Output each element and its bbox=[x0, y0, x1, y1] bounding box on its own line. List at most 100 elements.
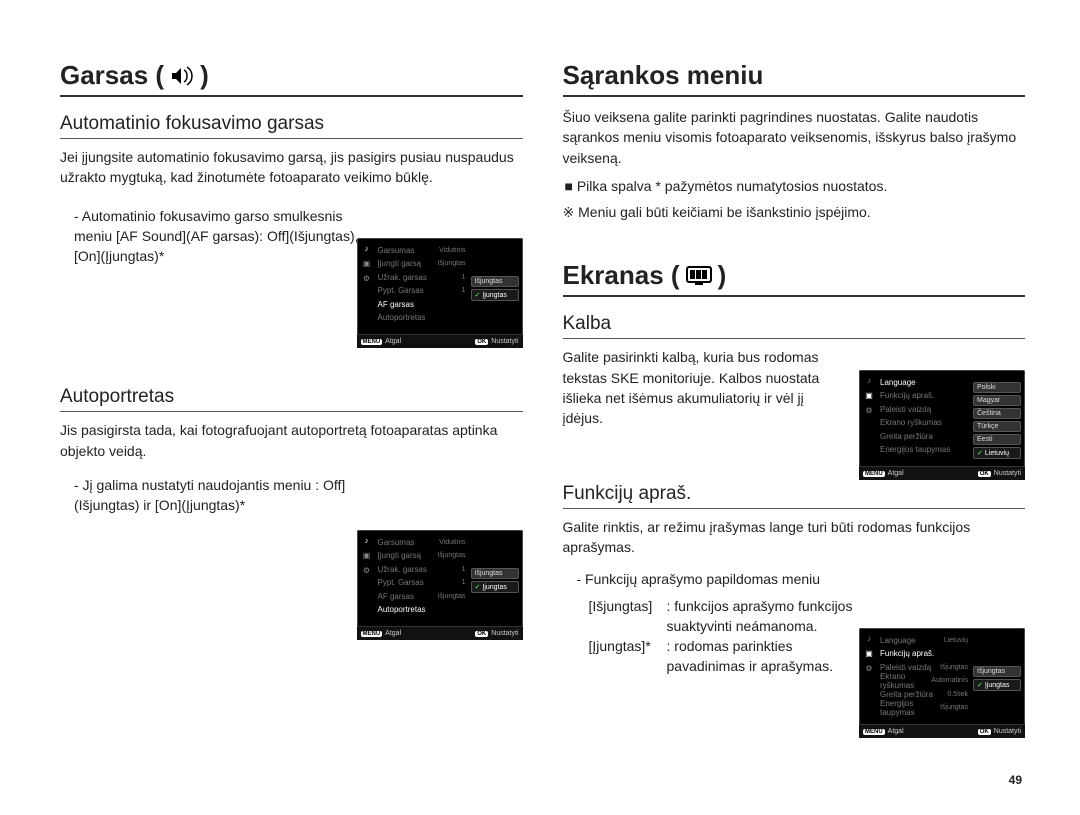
lcd-menu-item: Užrak. garsas1 bbox=[376, 563, 468, 575]
lcd-back-label: Atgal bbox=[385, 630, 401, 637]
sub-heading-af-sound: Automatinio fokusavimo garsas bbox=[60, 113, 523, 139]
lcd-option: Lietuvių bbox=[973, 447, 1021, 459]
lcd-menu-item: Autoportretas bbox=[376, 312, 468, 324]
lcd-tab-icon: ⚙ bbox=[865, 406, 872, 415]
lcd-option: Išjungtas bbox=[471, 276, 519, 287]
lcd-menu-item: GarsumasVidutinis bbox=[376, 244, 468, 256]
lcd-menu-item: Autoportretas bbox=[376, 604, 468, 616]
lcd-option: Čeština bbox=[973, 408, 1021, 419]
sub-heading-funkciju: Funkcijų apraš. bbox=[563, 483, 1026, 509]
lcd-set-label: Nustatyti bbox=[491, 630, 518, 637]
funkciju-options: [Išjungtas] : funkcijos aprašymo funkcij… bbox=[563, 596, 873, 677]
lcd-autoportretas: ♪ ▣ ⚙ GarsumasVidutinis Įjungti garsąIšjung… bbox=[357, 530, 523, 640]
lcd-menu-item: Užrak. garsas1 bbox=[376, 271, 468, 283]
lcd-menu-item: Greita peržiūra bbox=[878, 430, 970, 442]
left-column: Garsas ( ) Automatinio fokusavimo garsas… bbox=[60, 60, 523, 677]
lcd-option: Magyar bbox=[973, 395, 1021, 406]
lcd-list: LanguageFunkcijų apraš.Paleisti vaizdąEk… bbox=[878, 376, 970, 464]
lcd-tab-icon: ⚙ bbox=[363, 274, 370, 283]
lcd-option-column: Polski Magyar Čeština Türkçe Eesti Lietuvių bbox=[973, 376, 1021, 464]
lcd-ok-btn: OK bbox=[978, 729, 991, 735]
lcd-tab-icon: ⚙ bbox=[363, 566, 370, 575]
lcd-back-label: Atgal bbox=[385, 338, 401, 345]
autoportretas-paragraph: Jis pasigirsta tada, kai fotografuojant … bbox=[60, 420, 523, 461]
lcd-menu-item: Įjungti garsąIšjungtas bbox=[376, 258, 468, 270]
af-sound-submenu: - Automatinio fokusavimo garso smulkesni… bbox=[60, 206, 360, 267]
lcd-menu-item: Language bbox=[878, 376, 970, 388]
lcd-tab-icon: ♪ bbox=[867, 376, 871, 385]
lcd-af-sound: ♪▣⚙ GarsumasVidutinisĮjungti garsąIšjung… bbox=[357, 238, 523, 348]
lcd-list: GarsumasVidutinis Įjungti garsąIšjungtasU… bbox=[376, 536, 468, 624]
lcd-option: Įjungtas bbox=[471, 289, 519, 301]
lcd-menu-item: Įjungti garsąIšjungtas bbox=[376, 550, 468, 562]
lcd-tab-icon: ♪ bbox=[365, 536, 369, 545]
lcd-menu-btn: MENU bbox=[863, 729, 885, 735]
lcd-list: LanguageLietuviųFunkcijų apraš.Paleisti … bbox=[878, 634, 970, 722]
lcd-menu-item: Ekrano ryškumas bbox=[878, 417, 970, 429]
title-text: Garsas ( bbox=[60, 60, 164, 91]
option-off-desc: : funkcijos aprašymo funkcijos suaktyvin… bbox=[667, 596, 873, 637]
lcd-tabs: ♪▣⚙ bbox=[361, 244, 373, 332]
lcd-option: Polski bbox=[973, 382, 1021, 393]
lcd-set-label: Nustatyti bbox=[994, 470, 1021, 477]
lcd-menu-item: GarsumasVidutinis bbox=[376, 536, 468, 548]
lcd-option: Eesti bbox=[973, 434, 1021, 445]
title-close: ) bbox=[200, 60, 209, 91]
lcd-menu-item: Energijos taupymasIšjungtas bbox=[878, 702, 970, 714]
lcd-menu-item: Ekrano ryškumasAutomatinis bbox=[878, 675, 970, 687]
lcd-menu-item: Energijos taupymas bbox=[878, 444, 970, 456]
lcd-menu-item: Funkcijų apraš. bbox=[878, 390, 970, 402]
section-title-sarankos: Sąrankos meniu bbox=[563, 60, 1026, 97]
kalba-paragraph: Galite pasirinkti kalbą, kuria bus rodom… bbox=[563, 347, 843, 428]
af-sound-paragraph: Jei įjungsite automatinio fokusavimo gar… bbox=[60, 147, 523, 188]
lcd-tab-icon: ⚙ bbox=[865, 664, 872, 673]
lcd-menu-btn: MENU bbox=[863, 471, 885, 477]
lcd-menu-item: LanguageLietuvių bbox=[878, 634, 970, 646]
lcd-back-label: Atgal bbox=[888, 470, 904, 477]
title-text: Ekranas ( bbox=[563, 260, 680, 291]
lcd-back-label: Atgal bbox=[888, 728, 904, 735]
lcd-option: Türkçe bbox=[973, 421, 1021, 432]
lcd-list: GarsumasVidutinis Įjungti garsąIšjungtasU… bbox=[376, 244, 468, 332]
two-columns: Garsas ( ) Automatinio fokusavimo garsas… bbox=[60, 60, 1025, 677]
lcd-ok-btn: OK bbox=[475, 339, 488, 345]
lcd-option: Išjungtas bbox=[471, 568, 519, 579]
lcd-menu-item: Pypt. Garsas1 bbox=[376, 577, 468, 589]
lcd-tab-icon: ▣ bbox=[865, 649, 873, 658]
monitor-icon bbox=[686, 266, 712, 286]
lcd-ok-btn: OK bbox=[475, 631, 488, 637]
lcd-option-column: IšjungtasĮjungtas bbox=[973, 634, 1021, 722]
menu-change-note: ※ Meniu gali būti keičiami be išankstini… bbox=[563, 202, 1026, 222]
option-on-desc: : rodomas parinkties pavadinimas ir apra… bbox=[667, 636, 873, 677]
sub-heading-kalba: Kalba bbox=[563, 313, 1026, 339]
funkciju-submenu-title: - Funkcijų aprašymo papildomas meniu bbox=[563, 569, 1026, 589]
page-number: 49 bbox=[1009, 773, 1022, 787]
lcd-set-label: Nustatyti bbox=[994, 728, 1021, 735]
speaker-icon bbox=[170, 65, 194, 87]
option-on-label: [Įjungtas]* bbox=[589, 636, 667, 677]
lcd-set-label: Nustatyti bbox=[491, 338, 518, 345]
lcd-tab-icon: ▣ bbox=[363, 551, 371, 560]
section-title-garsas: Garsas ( ) bbox=[60, 60, 523, 97]
section-title-ekranas: Ekranas ( ) bbox=[563, 260, 1026, 297]
title-close: ) bbox=[718, 260, 727, 291]
lcd-footer: MENU Atgal OK Nustatyti bbox=[859, 466, 1025, 480]
lcd-menu-item: Funkcijų apraš. bbox=[878, 648, 970, 660]
lcd-footer: MENU Atgal OK Nustatyti bbox=[859, 724, 1025, 738]
lcd-menu-item: AF garsasIšjungtas bbox=[376, 590, 468, 602]
lcd-tab-icon: ♪ bbox=[867, 634, 871, 643]
lcd-tabs: ♪ ▣ ⚙ bbox=[863, 376, 875, 464]
lcd-menu-btn: MENU bbox=[361, 631, 383, 637]
lcd-tab-icon: ▣ bbox=[865, 391, 873, 400]
manual-page: Garsas ( ) Automatinio fokusavimo garsas… bbox=[0, 0, 1080, 815]
option-off-label: [Išjungtas] bbox=[589, 596, 667, 637]
lcd-menu-btn: MENU bbox=[361, 339, 383, 345]
lcd-tab-icon: ▣ bbox=[363, 259, 371, 268]
lcd-tabs: ♪ ▣ ⚙ bbox=[361, 536, 373, 624]
lcd-option: Įjungtas bbox=[471, 581, 519, 593]
default-note: ■ Pilka spalva * pažymėtos numatytosios … bbox=[563, 176, 1026, 196]
lcd-kalba: ♪▣⚙ LanguageFunkcijų apraš.Paleisti vaiz… bbox=[859, 370, 1025, 480]
sub-heading-autoportretas: Autoportretas bbox=[60, 386, 523, 412]
lcd-footer: MENU Atgal OK Nustatyti bbox=[357, 626, 523, 640]
lcd-footer: MENU Atgal OK Nustatyti bbox=[357, 334, 523, 348]
